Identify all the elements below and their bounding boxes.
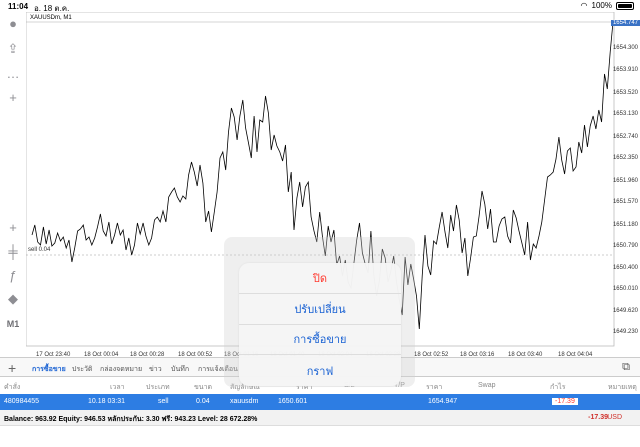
status-bar: 11:04 อ. 18 ต.ค. ◠ 100% bbox=[0, 0, 640, 13]
balance-text: Balance: 963.92 Equity: 946.53 หลักประกั… bbox=[4, 416, 258, 423]
balance-bar: Balance: 963.92 Equity: 946.53 หลักประกั… bbox=[0, 410, 640, 426]
balance-profit: -17.39 bbox=[588, 414, 608, 421]
table-row[interactable]: 480984455 10.18 03:31 sell 0.04 xauusdm … bbox=[0, 394, 640, 410]
crosshair-icon[interactable]: + bbox=[4, 218, 22, 236]
account-icon[interactable]: ● bbox=[4, 14, 22, 32]
sell-line-label: sell 0.04 bbox=[28, 247, 51, 253]
row-size: 0.04 bbox=[196, 398, 210, 405]
new-order-icon[interactable]: + bbox=[4, 88, 22, 106]
row-time: 10.18 03:31 bbox=[88, 398, 125, 405]
trade-button[interactable]: การซื้อขาย bbox=[239, 325, 401, 356]
status-right: ◠ 100% bbox=[581, 1, 634, 10]
timeframe-button[interactable]: M1 bbox=[4, 315, 22, 333]
price-tick-label: 1652.350 bbox=[612, 155, 638, 161]
tab-journal[interactable]: บันทึก bbox=[171, 364, 189, 375]
row-order: 480984455 bbox=[4, 398, 40, 405]
close-position-button[interactable]: ปิด bbox=[239, 263, 401, 294]
row-type: sell bbox=[158, 398, 169, 405]
col-swap: Swap bbox=[478, 382, 496, 389]
candlestick-icon[interactable]: ╪ bbox=[4, 242, 22, 260]
tab-history[interactable]: ประวัติ bbox=[72, 364, 92, 375]
add-icon[interactable]: + bbox=[8, 360, 16, 376]
price-tick-label: 1649.230 bbox=[612, 329, 638, 335]
price-tick-label: 1650.790 bbox=[612, 243, 638, 249]
indicator-icon[interactable]: ƒ bbox=[4, 266, 22, 284]
modify-button[interactable]: ปรับเปลี่ยน bbox=[239, 294, 401, 325]
price-tick-label: 1653.520 bbox=[612, 90, 638, 96]
price-tick-label: 1651.570 bbox=[612, 199, 638, 205]
action-sheet: ปิด ปรับเปลี่ยน การซื้อขาย กราฟ bbox=[239, 263, 401, 386]
balance-currency: USD bbox=[607, 414, 622, 421]
tab-mailbox[interactable]: กล่องจดหมาย bbox=[100, 364, 142, 375]
status-time: 11:04 bbox=[8, 2, 29, 11]
price-tick-label: 1650.010 bbox=[612, 286, 638, 292]
tab-trade[interactable]: การซื้อขาย bbox=[32, 364, 66, 375]
battery-icon bbox=[616, 1, 634, 10]
price-tick-label: 1650.400 bbox=[612, 265, 638, 271]
current-price-label: 1654.747 bbox=[610, 20, 640, 26]
col-price: ราคา bbox=[426, 384, 443, 391]
chat-icon[interactable]: … bbox=[4, 64, 22, 82]
price-tick-label: 1651.180 bbox=[612, 222, 638, 228]
col-time: เวลา bbox=[110, 384, 125, 391]
row-symbol: xauusdm bbox=[230, 398, 259, 405]
trade-icon[interactable]: ⇪ bbox=[4, 40, 22, 58]
price-tick-label: 1654.300 bbox=[612, 45, 638, 51]
chart-button[interactable]: กราฟ bbox=[239, 355, 401, 386]
row-profit: -17.39 bbox=[552, 398, 578, 405]
col-note: หมายเหตุ bbox=[608, 384, 637, 391]
objects-icon[interactable]: ◆ bbox=[4, 290, 22, 308]
row-price: 1654.947 bbox=[428, 398, 458, 405]
tab-news[interactable]: ข่าว bbox=[149, 364, 162, 375]
col-size: ขนาด bbox=[194, 384, 213, 391]
price-tick-label: 1651.960 bbox=[612, 178, 638, 184]
price-tick-label: 1649.620 bbox=[612, 308, 638, 314]
battery-percent: 100% bbox=[591, 1, 612, 10]
col-order: คำสั่ง bbox=[4, 384, 21, 391]
price-tick-label: 1652.740 bbox=[612, 134, 638, 140]
price-tick-label: 1653.130 bbox=[612, 111, 638, 117]
price-tick-label: 1653.910 bbox=[612, 67, 638, 73]
chart-symbol: XAUUSDm, M1 bbox=[30, 15, 72, 21]
chart-toolbar: ● ⇪ … + + ╪ ƒ ◆ M1 bbox=[0, 12, 26, 357]
col-type: ประเภท bbox=[146, 384, 170, 391]
row-open-price: 1650.601 bbox=[278, 398, 308, 405]
col-profit: กำไร bbox=[550, 384, 566, 391]
wifi-icon: ◠ bbox=[580, 1, 588, 10]
layout-icon[interactable]: ⧉ bbox=[622, 361, 630, 374]
